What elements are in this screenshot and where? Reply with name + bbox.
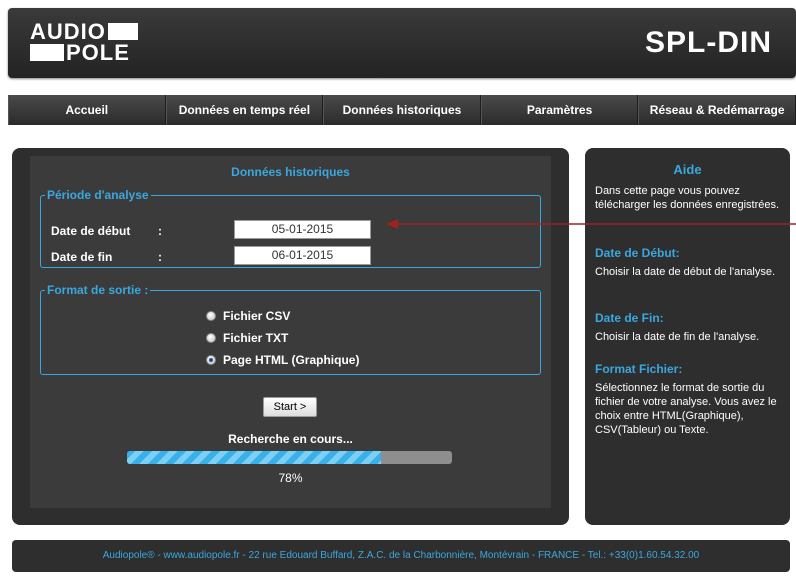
help-format-text: Sélectionnez le format de sortie du fich… [595,382,777,436]
search-status: Recherche en cours... [228,432,353,446]
radio-html-label: Page HTML (Graphique) [223,353,360,367]
nav-item-accueil[interactable]: Accueil [8,95,166,125]
nav-item-historiques[interactable]: Données historiques [323,95,481,125]
radio-html[interactable]: Page HTML (Graphique) [206,353,359,367]
start-date-field[interactable]: 05-01-2015 [234,220,371,239]
help-start-text: Choisir la date de début de l'analyse. [595,266,776,278]
nav-item-reseau[interactable]: Réseau & Redémarrage [638,95,796,125]
annotation-arrow-icon [386,219,796,229]
end-date-row: Date de fin: [51,250,162,264]
radio-csv-label: Fichier CSV [223,309,291,323]
nav-item-parametres[interactable]: Paramètres [480,95,639,125]
help-start-heading: Date de Début: [595,246,680,260]
device-title: SPL-DIN [645,26,772,59]
logo-text-bottom: POLE [66,40,130,65]
historical-form: Données historiques Période d'analyse Da… [30,156,551,508]
end-date-colon: : [158,250,162,264]
help-title: Aide [673,162,702,177]
start-button[interactable]: Start > [263,397,317,417]
audiopole-logo: AUDIO POLE [30,21,150,65]
app-header: AUDIO POLE SPL-DIN [8,8,796,78]
search-progress-bar [127,451,452,464]
output-format-legend: Format de sortie : [47,283,149,297]
panel-title: Données historiques [231,165,350,179]
help-intro: Dans cette page vous pouvez télécharger … [595,185,780,211]
start-date-colon: : [158,224,162,238]
help-format-heading: Format Fichier: [595,362,683,376]
nav-item-temps-reel[interactable]: Données en temps réel [165,95,324,125]
help-panel: Aide Dans cette page vous pouvez télécha… [585,148,790,525]
main-nav: Accueil Données en temps réel Données hi… [8,95,796,125]
radio-txt[interactable]: Fichier TXT [206,331,288,345]
radio-txt-icon[interactable] [206,333,216,343]
search-progress-fill [127,451,381,464]
help-end-heading: Date de Fin: [595,311,664,325]
help-end-text: Choisir la date de fin de l'analyse. [595,331,760,343]
radio-html-icon[interactable] [206,355,216,365]
end-date-field[interactable]: 06-01-2015 [234,246,371,265]
footer: Audiopole® - www.audiopole.fr - 22 rue E… [12,540,790,572]
start-date-label: Date de début [51,224,131,238]
radio-csv-icon[interactable] [206,311,216,321]
radio-txt-label: Fichier TXT [223,331,289,345]
analysis-period-legend: Période d'analyse [47,188,149,202]
historical-data-panel: Données historiques Période d'analyse Da… [12,148,569,525]
start-date-row: Date de début: [51,224,162,238]
output-format-group: Format de sortie : Fichier CSV Fichier T… [40,283,541,375]
end-date-label: Date de fin [51,250,113,264]
radio-csv[interactable]: Fichier CSV [206,309,290,323]
progress-percent: 78% [278,471,303,485]
